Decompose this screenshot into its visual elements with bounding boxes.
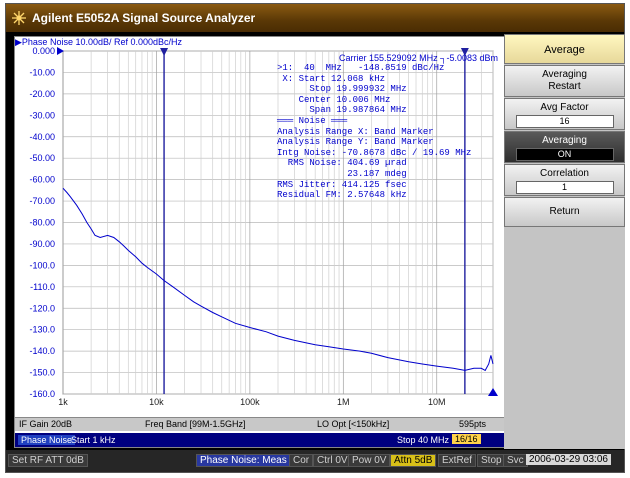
y-tick-label: -80.00 xyxy=(29,218,55,228)
marker-info-line: Intg Noise: -70.8678 dBc / 19.69 MHz xyxy=(277,147,472,158)
y-tick-label: -30.00 xyxy=(29,110,55,120)
marker-info-line: RMS Jitter: 414.125 fsec xyxy=(277,179,407,190)
measurement-mode-status: Phase Noise: Meas xyxy=(196,454,291,467)
x-tick-label: 10k xyxy=(149,397,164,407)
y-tick-label: -120.0 xyxy=(29,303,55,313)
analyzer-window: Agilent E5052A Signal Source Analyzer ▶P… xyxy=(5,3,625,473)
marker-info-line: X: Start 12.068 kHz xyxy=(277,73,386,84)
date-time: 2006-03-29 03:06 xyxy=(526,454,611,465)
marker-info-line: Stop 19.999932 MHz xyxy=(277,84,407,95)
marker-info-line: Analysis Range Y: Band Marker xyxy=(277,137,434,148)
if-gain-status: IF Gain 20dB xyxy=(19,419,73,429)
flag-cor: Cor xyxy=(289,454,314,467)
y-tick-label: -50.00 xyxy=(29,153,55,163)
y-tick-label: -40.00 xyxy=(29,132,55,142)
return-button[interactable]: Return xyxy=(504,197,625,227)
status-row: IF Gain 20dB Freq Band [99M-1.5GHz] LO O… xyxy=(15,417,504,431)
title-bar: Agilent E5052A Signal Source Analyzer xyxy=(6,4,624,32)
y-tick-label: -160.0 xyxy=(29,389,55,399)
y-tick-label: -10.00 xyxy=(29,67,55,77)
flag-attn: Attn 5dB xyxy=(390,454,437,467)
averaging-toggle-button[interactable]: Averaging ON xyxy=(504,131,625,163)
softkey-panel: Average Averaging Restart Avg Factor 16 … xyxy=(504,34,625,449)
marker-info-line: Span 19.987864 MHz xyxy=(277,105,407,116)
flag-svc: Svc xyxy=(503,454,528,467)
sweep-footer: Phase Noise Start 1 kHz Stop 40 MHz 16/1… xyxy=(15,433,504,447)
softkey-average-header: Average xyxy=(504,34,625,64)
freq-band-status: Freq Band [99M-1.5GHz] xyxy=(145,419,246,429)
marker-info-panel: >1: 40 MHz -148.8519 dBc/Hz X: Start 12.… xyxy=(277,63,471,201)
y-tick-label: -130.0 xyxy=(29,325,55,335)
x-tick-label: 1M xyxy=(337,397,350,407)
y-tick-label: -90.00 xyxy=(29,239,55,249)
agilent-logo-icon xyxy=(12,11,26,25)
app-title: Agilent E5052A Signal Source Analyzer xyxy=(32,11,256,25)
x-tick-label: 10M xyxy=(428,397,446,407)
y-tick-label: -60.00 xyxy=(29,175,55,185)
avg-factor-value: 16 xyxy=(515,115,614,128)
sweep-count-badge: 16/16 xyxy=(452,434,481,444)
correlation-value: 1 xyxy=(515,181,614,194)
flag-stop: Stop xyxy=(477,454,506,467)
averaging-state-value: ON xyxy=(515,148,614,161)
correlation-button[interactable]: Correlation 1 xyxy=(504,164,625,196)
measurement-screen: ▶Phase Noise 10.00dB/ Ref 0.000dBc/Hz 0.… xyxy=(14,36,505,448)
y-tick-label: -70.00 xyxy=(29,196,55,206)
marker-info-line: >1: 40 MHz -148.8519 dBc/Hz xyxy=(277,63,445,73)
stop-frequency[interactable]: Stop 40 MHz xyxy=(397,435,449,445)
x-tick-label: 1k xyxy=(58,397,68,407)
rf-att-status: Set RF ATT 0dB xyxy=(8,454,88,467)
flag-ctrl: Ctrl 0V xyxy=(313,454,352,467)
y-tick-label: -100.0 xyxy=(29,260,55,270)
avg-factor-button[interactable]: Avg Factor 16 xyxy=(504,98,625,130)
mode-label[interactable]: Phase Noise xyxy=(18,435,76,445)
x-tick-label: 100k xyxy=(240,397,260,407)
carrier-readout: Carrier 155.529092 MHz ┐-5.0083 dBm xyxy=(339,53,498,63)
marker-info-line: Center 10.006 MHz xyxy=(277,94,391,105)
y-tick-label: 0.000 xyxy=(32,46,55,56)
marker-info-line: Residual FM: 2.57648 kHz xyxy=(277,190,407,201)
y-tick-label: -20.00 xyxy=(29,89,55,99)
marker-info-line: RMS Noise: 404.69 µrad xyxy=(277,158,407,169)
marker-info-line: 23.187 mdeg xyxy=(277,168,407,179)
marker-info-line: Analysis Range X: Band Marker xyxy=(277,126,434,137)
averaging-restart-button[interactable]: Averaging Restart xyxy=(504,65,625,97)
start-frequency[interactable]: Start 1 kHz xyxy=(71,435,116,445)
flag-pow: Pow 0V xyxy=(348,454,391,467)
marker-info-line: ═══ Noise ═══ xyxy=(277,115,348,126)
y-tick-label: -150.0 xyxy=(29,368,55,378)
points-status: 595pts xyxy=(459,419,487,429)
lo-opt-status: LO Opt [<150kHz] xyxy=(317,419,390,429)
instrument-status-bar: Set RF ATT 0dB Phase Noise: Meas Cor Ctr… xyxy=(6,450,624,472)
y-tick-label: -140.0 xyxy=(29,346,55,356)
flag-extref: ExtRef xyxy=(438,454,477,467)
y-tick-label: -110.0 xyxy=(30,282,55,292)
